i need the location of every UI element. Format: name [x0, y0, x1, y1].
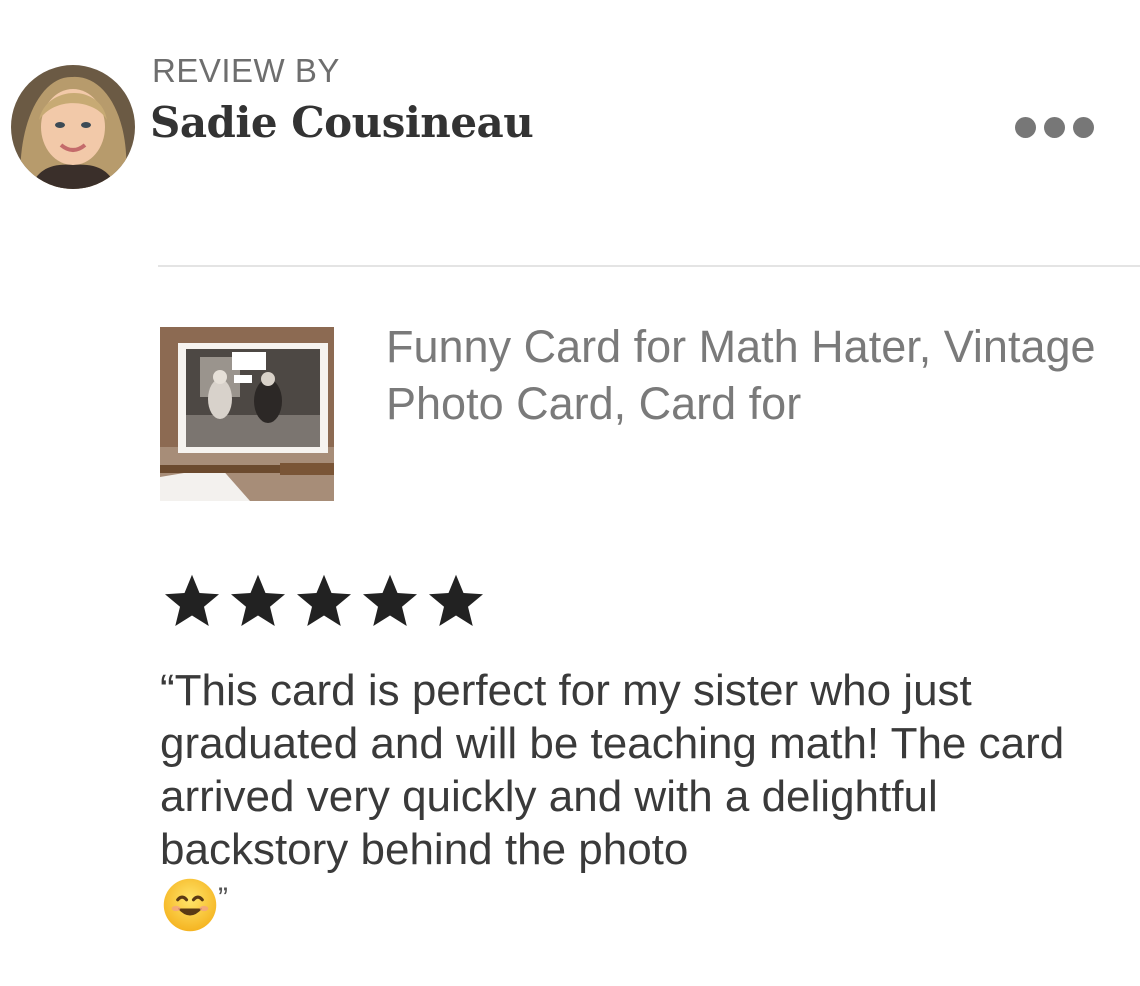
- closing-quote: ”: [218, 882, 228, 915]
- review-body: “This card is perfect for my sister who …: [160, 666, 1065, 874]
- smiling-face-icon: [163, 879, 217, 932]
- avatar-image: [11, 65, 135, 189]
- reviewer-name[interactable]: Sadie Cousineau: [150, 98, 534, 147]
- review-text: “This card is perfect for my sister who …: [160, 664, 1120, 933]
- star-icon: [363, 574, 417, 626]
- star-rating: [160, 571, 488, 631]
- listing-price-faded: [386, 446, 397, 482]
- divider: [158, 265, 1140, 267]
- more-horizontal-icon-dot: [1073, 116, 1094, 138]
- star-icon: [231, 574, 285, 626]
- more-horizontal-icon: [1015, 116, 1036, 138]
- star-icon: [165, 574, 219, 626]
- review-by-label: REVIEW BY: [152, 52, 340, 89]
- listing-title[interactable]: Funny Card for Math Hater, Vintage Photo…: [386, 318, 1106, 432]
- listing-image: [160, 327, 334, 501]
- reviewer-avatar[interactable]: [11, 65, 135, 189]
- listing-thumbnail[interactable]: [160, 327, 334, 501]
- more-horizontal-icon-dot: [1044, 116, 1065, 138]
- star-icon: [297, 574, 351, 626]
- star-icon: [429, 574, 483, 626]
- more-options-button[interactable]: [1015, 114, 1095, 140]
